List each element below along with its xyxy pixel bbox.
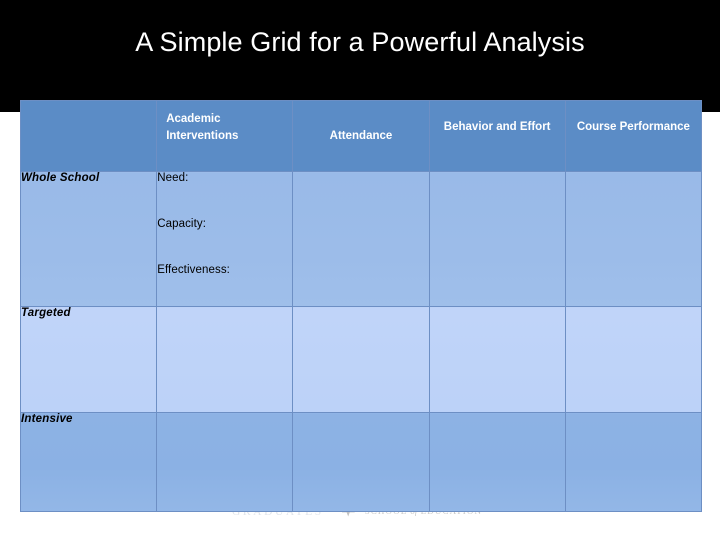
header-cell-attendance: Attendance <box>292 100 430 172</box>
table-header-row: Academic Interventions Attendance Behavi… <box>19 100 703 172</box>
cell-targeted-behavior-and-effort[interactable] <box>428 306 566 413</box>
row-label-intensive: Intensive <box>19 412 158 512</box>
cell-targeted-attendance[interactable] <box>292 306 430 413</box>
cell-whole-school-course-performance[interactable] <box>564 171 703 307</box>
cell-intensive-attendance[interactable] <box>292 412 430 512</box>
cell-targeted-academic-interventions[interactable] <box>156 306 294 413</box>
cell-whole-school-attendance[interactable] <box>292 171 430 307</box>
analysis-grid-table: Academic Interventions Attendance Behavi… <box>19 100 703 512</box>
cell-intensive-behavior-and-effort[interactable] <box>428 412 566 512</box>
header-cell-course-performance: Course Performance <box>564 100 703 172</box>
cell-intensive-course-performance[interactable] <box>564 412 703 512</box>
slide-canvas: A Simple Grid for a Powerful Analysis Ac… <box>0 0 720 540</box>
cell-intensive-academic-interventions[interactable] <box>156 412 294 512</box>
cell-whole-school-academic-interventions[interactable]: Need: Capacity: Effectiveness: <box>156 171 294 307</box>
cell-line-effectiveness: Effectiveness: <box>157 264 230 276</box>
row-label-whole-school: Whole School <box>19 171 158 307</box>
row-label-targeted: Targeted <box>19 306 158 413</box>
cell-line-capacity: Capacity: <box>157 218 207 230</box>
header-cell-academic-interventions: Academic Interventions <box>156 100 294 172</box>
table-row: Intensive <box>19 412 703 512</box>
header-cell-behavior-and-effort: Behavior and Effort <box>428 100 566 172</box>
table-header: Academic Interventions Attendance Behavi… <box>19 100 703 172</box>
header-label-corner <box>21 101 156 111</box>
header-label-behavior-and-effort: Behavior and Effort <box>443 121 551 133</box>
header-label-course-performance: Course Performance <box>576 121 690 133</box>
header-cell-corner <box>19 100 158 172</box>
header-label-attendance: Attendance <box>329 130 393 142</box>
cell-targeted-course-performance[interactable] <box>564 306 703 413</box>
header-label-academic-interventions: Academic Interventions <box>166 113 239 142</box>
table-row: Whole School Need: Capacity: Effectivene… <box>19 171 703 307</box>
page-title: A Simple Grid for a Powerful Analysis <box>135 27 585 57</box>
cell-line-need: Need: <box>157 172 189 184</box>
cell-whole-school-behavior-and-effort[interactable] <box>428 171 566 307</box>
table-row: Targeted <box>19 306 703 413</box>
table-body: Whole School Need: Capacity: Effectivene… <box>19 171 703 512</box>
